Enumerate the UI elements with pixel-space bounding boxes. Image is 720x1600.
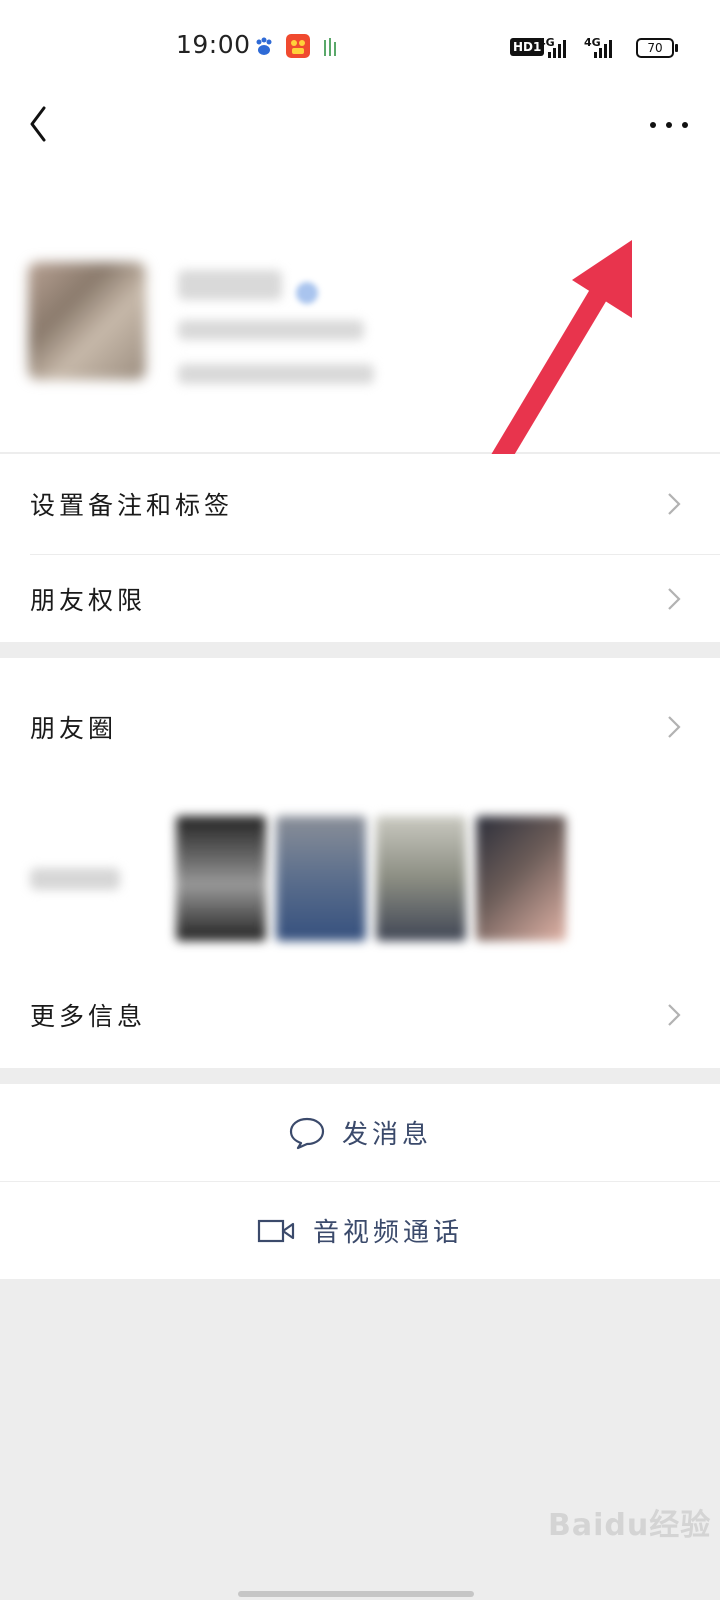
list-item-remarks-tags[interactable]: 设置备注和标签: [0, 454, 720, 554]
video-call-label: 音视频通话: [312, 1218, 463, 1248]
chevron-right-icon: [668, 716, 681, 738]
settings-group: 设置备注和标签 朋友权限: [0, 454, 720, 642]
baidu-watermark: Baidu经验: [548, 1508, 712, 1543]
more-options-button[interactable]: [646, 110, 692, 140]
avatar[interactable]: [28, 262, 146, 380]
video-call-button[interactable]: 音视频通话: [0, 1182, 720, 1279]
home-indicator[interactable]: [238, 1591, 474, 1597]
kuaishou-icon: [286, 34, 310, 58]
moments-label: 朋友圈: [30, 714, 118, 743]
battery-indicator: 70: [636, 38, 678, 58]
clock: 19:00: [176, 30, 251, 59]
status-bar: 19:00 HD1 4G 4G 70: [0, 0, 720, 92]
baidu-paw-icon: [256, 37, 272, 55]
profile-header: [0, 92, 720, 510]
moments-group: 朋友圈 更多信息: [0, 658, 720, 1068]
verified-icon: [296, 282, 318, 304]
moments-thumbnail: [176, 816, 266, 941]
chevron-right-icon: [668, 493, 681, 515]
back-button[interactable]: [20, 100, 60, 148]
list-item-moments[interactable]: 朋友圈: [0, 658, 720, 796]
chevron-right-icon: [668, 1003, 681, 1026]
moments-preview-row[interactable]: [0, 796, 720, 961]
contact-name-blurred: [178, 270, 282, 300]
video-camera-icon: [257, 1219, 295, 1242]
send-message-button[interactable]: 发消息: [0, 1084, 720, 1181]
signal-bars-1-icon: [548, 40, 566, 58]
signal-bars-2-icon: [594, 40, 612, 58]
list-item-more-info[interactable]: 更多信息: [0, 961, 720, 1068]
moments-thumbnail: [476, 816, 566, 941]
region-blurred: [178, 364, 374, 384]
moments-preview-label-blurred: [30, 868, 120, 890]
moments-thumbnail: [376, 816, 466, 941]
friend-permissions-label: 朋友权限: [30, 585, 147, 615]
moments-thumbnail: [276, 816, 366, 941]
chat-bubble-icon: [289, 1117, 325, 1149]
more-dots-icon: [650, 122, 656, 128]
wechat-id-blurred: [178, 320, 364, 340]
remarks-tags-label: 设置备注和标签: [30, 491, 234, 520]
send-message-label: 发消息: [341, 1120, 432, 1150]
chevron-right-icon: [668, 587, 681, 610]
more-info-label: 更多信息: [30, 1001, 147, 1031]
list-item-friend-permissions[interactable]: 朋友权限: [0, 555, 720, 642]
bamboo-app-icon: [324, 38, 336, 56]
